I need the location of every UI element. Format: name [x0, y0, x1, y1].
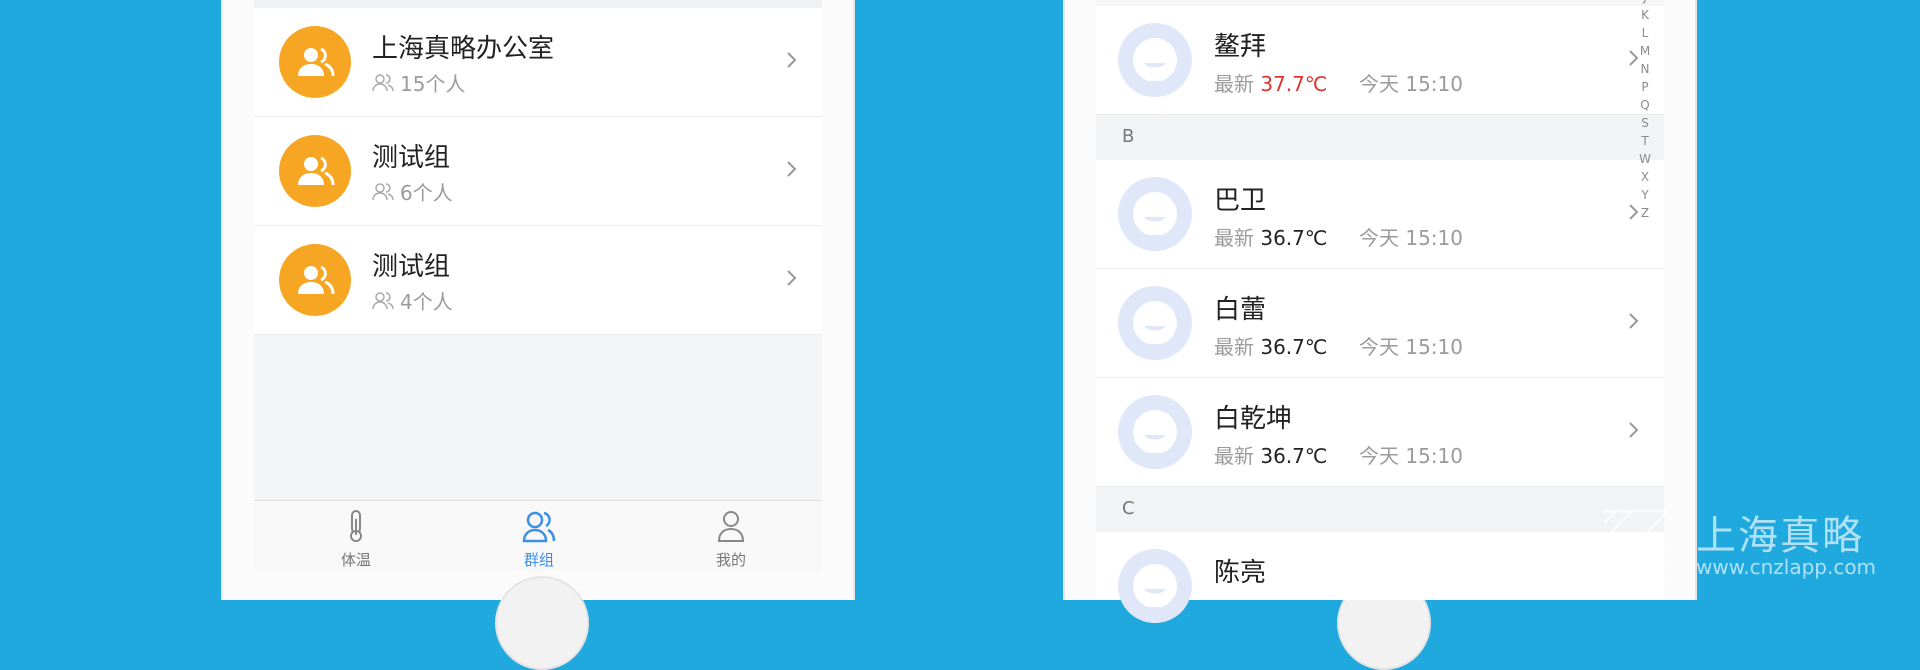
group-member-count: 15个人 — [372, 68, 465, 97]
tab-mine[interactable]: 我的 — [691, 509, 771, 570]
group-name: 测试组 — [372, 143, 451, 173]
watermark-url: www.cnzlapp.com — [1696, 555, 1877, 579]
contacts-screen: 鳌拜 最新 37.7℃ 今天 15:10 B 巴卫 最新 36.7℃ 今天 15… — [1096, 0, 1664, 623]
tab-bar: 体温 群组 我的 — [254, 500, 822, 571]
chevron-right-icon — [787, 161, 797, 177]
tab-label: 体温 — [340, 551, 371, 569]
index-letter[interactable]: M — [1637, 42, 1653, 60]
members-icon — [372, 291, 394, 309]
contact-name: 陈亮 — [1214, 558, 1267, 588]
measure-time: 今天 15:10 — [1359, 444, 1463, 468]
default-avatar-icon — [1118, 301, 1192, 360]
avatar — [1118, 549, 1192, 623]
index-letter[interactable]: Z — [1637, 204, 1653, 222]
latest-temperature: 最新 37.7℃ — [1214, 68, 1327, 97]
index-letter[interactable]: Y — [1637, 186, 1653, 204]
index-letter[interactable]: W — [1637, 150, 1653, 168]
index-letter[interactable]: N — [1637, 60, 1653, 78]
group-count-text: 15个人 — [400, 72, 466, 96]
index-letter[interactable]: Q — [1637, 96, 1653, 114]
contact-row[interactable]: 白蕾 最新 36.7℃ 今天 15:10 — [1096, 269, 1664, 378]
default-avatar-icon — [1118, 410, 1192, 469]
default-avatar-icon — [1118, 564, 1192, 623]
group-icon — [298, 156, 335, 186]
group-count-text: 4个人 — [400, 290, 453, 314]
latest-temperature: 最新 36.7℃ — [1214, 331, 1327, 360]
thermometer-icon — [350, 510, 362, 542]
index-letter[interactable]: P — [1637, 78, 1653, 96]
members-icon — [372, 182, 394, 200]
latest-label: 最新 — [1214, 72, 1254, 96]
chevron-right-icon — [787, 270, 797, 286]
temperature-value: 36.7℃ — [1260, 335, 1328, 359]
avatar — [1118, 23, 1192, 97]
section-header: B — [1096, 116, 1664, 160]
group-member-count: 4个人 — [372, 286, 453, 315]
tab-label: 群组 — [523, 551, 554, 569]
contact-name: 白蕾 — [1214, 295, 1267, 325]
contact-name: 巴卫 — [1214, 186, 1267, 216]
members-icon — [372, 73, 394, 91]
group-avatar — [279, 244, 351, 316]
latest-temperature: 最新 36.7℃ — [1214, 440, 1327, 469]
latest-label: 最新 — [1214, 226, 1254, 250]
latest-label: 最新 — [1214, 444, 1254, 468]
group-icon — [522, 511, 556, 543]
measure-time: 今天 15:10 — [1359, 72, 1463, 96]
contact-name: 鳌拜 — [1214, 32, 1267, 62]
contact-row[interactable]: 巴卫 最新 36.7℃ 今天 15:10 — [1096, 160, 1664, 269]
default-avatar-icon — [1118, 38, 1192, 97]
section-letter: C — [1122, 498, 1135, 519]
temperature-value: 36.7℃ — [1260, 226, 1328, 250]
chevron-right-icon — [787, 52, 797, 68]
tab-label: 我的 — [715, 551, 746, 569]
group-count-text: 6个人 — [400, 181, 453, 205]
measure-time: 今天 15:10 — [1359, 335, 1463, 359]
avatar — [1118, 177, 1192, 251]
temperature-value: 36.7℃ — [1260, 444, 1328, 468]
alphabet-index[interactable]: J K L M N P Q S T W X Y Z — [1637, 0, 1653, 222]
brand-logo-icon — [1602, 509, 1670, 579]
contact-row[interactable]: 鳌拜 最新 37.7℃ 今天 15:10 — [1096, 6, 1664, 115]
index-letter[interactable]: L — [1637, 24, 1653, 42]
avatar — [1118, 286, 1192, 360]
default-avatar-icon — [1118, 192, 1192, 251]
group-member-count: 6个人 — [372, 177, 453, 206]
section-letter: B — [1122, 126, 1135, 147]
chevron-right-icon — [1629, 422, 1639, 438]
avatar — [1118, 395, 1192, 469]
groups-screen: 上海真略办公室 15个人 测试组 6个人 测试组 4个人 体温 群组 我的 — [254, 0, 822, 571]
latest-temperature: 最新 36.7℃ — [1214, 222, 1327, 251]
index-letter[interactable]: X — [1637, 168, 1653, 186]
index-letter[interactable]: K — [1637, 6, 1653, 24]
home-button-left[interactable] — [495, 576, 589, 670]
group-row[interactable]: 测试组 4个人 — [254, 226, 822, 335]
index-letter[interactable]: S — [1637, 114, 1653, 132]
group-icon — [298, 47, 335, 77]
chevron-right-icon — [1629, 313, 1639, 329]
latest-label: 最新 — [1214, 335, 1254, 359]
contact-name: 白乾坤 — [1214, 404, 1293, 434]
group-avatar — [279, 26, 351, 98]
section-header: C — [1096, 488, 1664, 532]
contact-row[interactable]: 白乾坤 最新 36.7℃ 今天 15:10 — [1096, 378, 1664, 487]
top-divider — [254, 0, 822, 8]
tab-temperature[interactable]: 体温 — [316, 509, 396, 570]
index-letter[interactable]: T — [1637, 132, 1653, 150]
tab-groups[interactable]: 群组 — [499, 509, 579, 570]
watermark-title: 上海真略 — [1696, 513, 1864, 559]
contact-row[interactable]: 陈亮 — [1096, 532, 1664, 623]
group-name: 测试组 — [372, 252, 451, 282]
group-row[interactable]: 测试组 6个人 — [254, 117, 822, 226]
group-name: 上海真略办公室 — [372, 34, 555, 64]
temperature-value: 37.7℃ — [1260, 72, 1328, 96]
group-row[interactable]: 上海真略办公室 15个人 — [254, 8, 822, 117]
group-icon — [298, 265, 335, 295]
group-avatar — [279, 135, 351, 207]
person-icon — [717, 511, 745, 542]
measure-time: 今天 15:10 — [1359, 226, 1463, 250]
